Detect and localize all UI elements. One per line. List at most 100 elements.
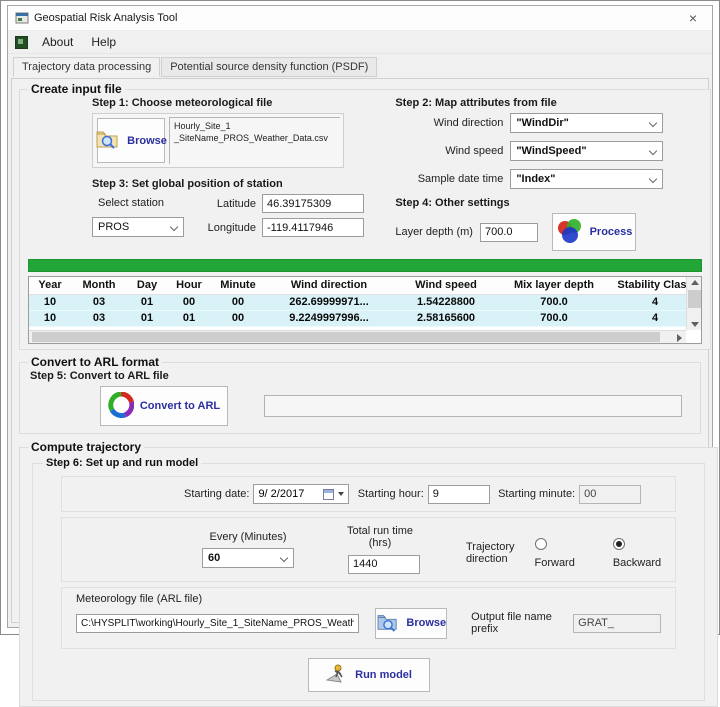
total-run-time-label: Total run time (hrs)	[340, 525, 420, 549]
about-icon	[15, 36, 28, 49]
run-model-button[interactable]: Run model	[308, 658, 430, 692]
menu-bar: About Help	[8, 31, 712, 54]
app-icon	[15, 11, 29, 25]
folder-search-icon	[95, 128, 121, 153]
starting-date-label: Starting date:	[184, 488, 249, 500]
menu-help[interactable]: Help	[82, 33, 125, 51]
tab-trajectory-data-processing[interactable]: Trajectory data processing	[13, 57, 160, 77]
step1-title: Step 1: Choose meteorological file	[92, 97, 385, 109]
vertical-scroll-thumb[interactable]	[688, 290, 701, 308]
sample-date-time-label: Sample date time	[395, 173, 503, 185]
file-name-line2: _SiteName_PROS_Weather_Data.csv	[174, 132, 336, 144]
sample-date-time-value: "Index"	[516, 173, 555, 185]
scroll-down-icon[interactable]	[691, 322, 699, 327]
rgb-circles-icon	[556, 218, 584, 247]
browse-met-file-button[interactable]: Browse	[97, 118, 165, 163]
longitude-field[interactable]	[262, 218, 364, 237]
met-table-body: 1003010000262.69999971...1.54228800700.0…	[29, 295, 701, 327]
column-header[interactable]: Day	[127, 277, 167, 295]
dropdown-arrow-icon	[338, 492, 344, 496]
run-model-icon	[325, 662, 349, 687]
wind-direction-label: Wind direction	[395, 117, 503, 129]
starting-minute-field[interactable]	[579, 485, 641, 504]
starting-hour-label: Starting hour:	[358, 488, 424, 500]
folder-search-icon	[376, 612, 400, 635]
app-window: Geospatial Risk Analysis Tool × About He…	[7, 5, 713, 628]
output-prefix-field[interactable]	[573, 614, 661, 633]
arl-progress-bar	[264, 395, 682, 417]
every-minutes-select[interactable]: 60	[202, 548, 294, 568]
column-header[interactable]: Month	[71, 277, 127, 295]
column-header[interactable]: Year	[29, 277, 71, 295]
backward-label[interactable]: Backward	[613, 557, 661, 569]
table-row[interactable]: 1003010000262.69999971...1.54228800700.0…	[29, 295, 701, 311]
sample-date-time-select[interactable]: "Index"	[510, 169, 663, 189]
selected-file-name: Hourly_Site_1 _SiteName_PROS_Weather_Dat…	[169, 117, 340, 164]
wind-speed-value: "WindSpeed"	[516, 145, 586, 157]
browse-arl-button[interactable]: Browse	[375, 608, 447, 639]
table-row[interactable]: 10030101009.2249997996...2.58165600700.0…	[29, 311, 701, 327]
tab-strip: Trajectory data processing Potential sou…	[8, 54, 712, 77]
file-name-line1: Hourly_Site_1	[174, 120, 336, 132]
every-minutes-value: 60	[208, 552, 220, 564]
column-header[interactable]: Minute	[211, 277, 265, 295]
latitude-label: Latitude	[198, 198, 256, 210]
step3-title: Step 3: Set global position of station	[92, 178, 385, 190]
compute-trajectory-title: Compute trajectory	[28, 440, 144, 454]
menu-about[interactable]: About	[33, 33, 82, 51]
horizontal-scroll-thumb[interactable]	[32, 332, 660, 342]
step4-title: Step 4: Other settings	[395, 197, 704, 209]
convert-arl-group: Convert to ARL format Step 5: Convert to…	[19, 355, 701, 434]
starting-date-value: 9/ 2/2017	[258, 488, 304, 500]
layer-depth-field[interactable]	[480, 223, 538, 242]
met-file-panel: Meteorology file (ARL file) Browse Outpu…	[61, 587, 676, 649]
scroll-up-icon[interactable]	[691, 280, 699, 285]
start-time-panel: Starting date: 9/ 2/2017 Starting hour: …	[61, 476, 676, 512]
step2-title: Step 2: Map attributes from file	[395, 97, 704, 109]
forward-radio[interactable]	[535, 538, 547, 550]
create-input-file-group: Create input file Step 1: Choose meteoro…	[19, 82, 711, 350]
convert-to-arl-button[interactable]: Convert to ARL	[100, 386, 228, 426]
starting-date-picker[interactable]: 9/ 2/2017	[253, 484, 349, 504]
met-file-field[interactable]	[76, 614, 359, 633]
step5-title: Step 5: Convert to ARL file	[30, 370, 694, 382]
tab-psdf[interactable]: Potential source density function (PSDF)	[161, 57, 377, 77]
vertical-scrollbar[interactable]	[686, 277, 701, 330]
station-select[interactable]: PROS	[92, 217, 184, 237]
step6-group: Step 6: Set up and run model Starting da…	[32, 457, 705, 701]
column-header[interactable]: Wind direction	[265, 277, 393, 295]
starting-minute-label: Starting minute:	[498, 488, 575, 500]
compute-trajectory-group: Compute trajectory Step 6: Set up and ru…	[19, 440, 718, 707]
starting-hour-field[interactable]	[428, 485, 490, 504]
run-settings-panel: Every (Minutes) 60 Total run time (hrs) …	[61, 517, 676, 582]
screenshot-frame: Geospatial Risk Analysis Tool × About He…	[0, 0, 720, 635]
close-button[interactable]: ×	[678, 8, 708, 29]
forward-label[interactable]: Forward	[535, 557, 575, 569]
wind-direction-select[interactable]: "WindDir"	[510, 113, 663, 133]
scroll-right-icon[interactable]	[677, 334, 682, 342]
trajectory-direction-label: Trajectory direction	[466, 541, 515, 565]
backward-radio[interactable]	[613, 538, 625, 550]
process-button[interactable]: Process	[552, 213, 636, 251]
column-header[interactable]: Mix layer depth	[499, 277, 609, 295]
output-prefix-label: Output file name prefix	[471, 611, 565, 635]
total-run-time-field[interactable]	[348, 555, 420, 574]
process-label: Process	[590, 226, 633, 238]
step6-title: Step 6: Set up and run model	[43, 457, 201, 469]
horizontal-scrollbar[interactable]	[29, 330, 686, 343]
chevron-down-icon	[649, 175, 657, 183]
column-header[interactable]: Hour	[167, 277, 211, 295]
met-table-header-row: YearMonthDayHourMinuteWind directionWind…	[29, 277, 701, 295]
latitude-field[interactable]	[262, 194, 364, 213]
convert-arl-title: Convert to ARL format	[28, 355, 162, 369]
column-header[interactable]: Wind speed	[393, 277, 499, 295]
chevron-down-icon	[649, 147, 657, 155]
met-data-table: YearMonthDayHourMinuteWind directionWind…	[28, 276, 702, 344]
station-value: PROS	[98, 221, 129, 233]
longitude-label: Longitude	[198, 222, 256, 234]
step1-file-panel: Browse Hourly_Site_1 _SiteName_PROS_Weat…	[92, 113, 344, 168]
wind-speed-select[interactable]: "WindSpeed"	[510, 141, 663, 161]
layer-depth-label: Layer depth (m)	[395, 226, 473, 238]
window-title: Geospatial Risk Analysis Tool	[34, 12, 678, 24]
process-progress-bar	[28, 259, 702, 272]
